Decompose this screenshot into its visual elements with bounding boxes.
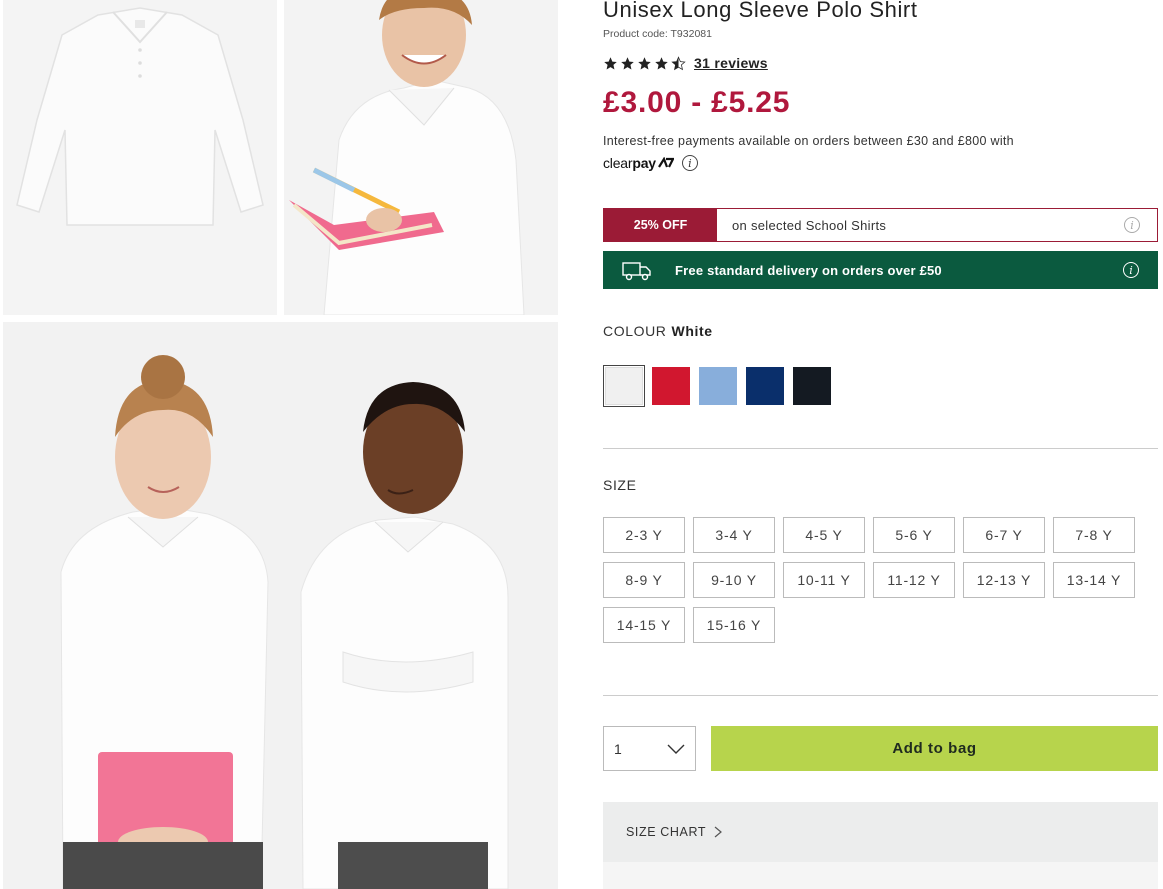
- add-to-bag-button[interactable]: Add to bag: [711, 726, 1158, 771]
- size-option[interactable]: 4-5 Y: [783, 517, 865, 553]
- divider: [603, 695, 1158, 696]
- swatch-white[interactable]: [603, 365, 645, 407]
- size-options: 2-3 Y 3-4 Y 4-5 Y 5-6 Y 6-7 Y 7-8 Y 8-9 …: [603, 517, 1163, 643]
- size-option[interactable]: 6-7 Y: [963, 517, 1045, 553]
- swatch-black[interactable]: [793, 367, 831, 405]
- half-star-icon: [671, 55, 686, 70]
- size-chart-accordion[interactable]: SIZE CHART: [603, 802, 1158, 862]
- offer-info-icon[interactable]: i: [1124, 217, 1140, 233]
- delivery-info-icon[interactable]: i: [1123, 262, 1139, 278]
- star-icon: [655, 56, 668, 69]
- size-option[interactable]: 8-9 Y: [603, 562, 685, 598]
- star-icon: [621, 56, 634, 69]
- size-option[interactable]: 5-6 Y: [873, 517, 955, 553]
- interest-free-text: Interest-free payments available on orde…: [603, 134, 1014, 148]
- product-image-children[interactable]: [3, 322, 558, 889]
- star-icon: [638, 56, 651, 69]
- clearpay-arrows-icon: [657, 157, 674, 168]
- delivery-text: Free standard delivery on orders over £5…: [675, 262, 942, 278]
- size-option[interactable]: 12-13 Y: [963, 562, 1045, 598]
- divider: [603, 448, 1158, 449]
- chevron-right-icon: [714, 826, 723, 838]
- quantity-select[interactable]: 1: [603, 726, 696, 771]
- reviews-link[interactable]: 31 reviews: [694, 55, 768, 71]
- size-option[interactable]: 3-4 Y: [693, 517, 775, 553]
- product-image-flat[interactable]: [3, 0, 277, 315]
- product-details-panel: Unisex Long Sleeve Polo Shirt Product co…: [603, 0, 1158, 889]
- colour-heading: COLOUR White: [603, 323, 713, 339]
- quantity-value: 1: [614, 740, 622, 757]
- swatch-red[interactable]: [652, 367, 690, 405]
- size-option[interactable]: 10-11 Y: [783, 562, 865, 598]
- star-rating: [603, 55, 686, 71]
- swatch-navy[interactable]: [746, 367, 784, 405]
- clearpay-info-icon[interactable]: i: [681, 155, 698, 171]
- offer-text: on selected School Shirts: [732, 217, 887, 233]
- chevron-down-icon: [667, 744, 685, 754]
- clearpay-logo: clearpay: [603, 155, 656, 171]
- clearpay-logo-part2: pay: [632, 155, 656, 171]
- price-range: £3.00 - £5.25: [603, 86, 791, 119]
- colour-label: COLOUR: [603, 323, 667, 339]
- delivery-banner[interactable]: Free standard delivery on orders over £5…: [603, 251, 1158, 289]
- size-option[interactable]: 13-14 Y: [1053, 562, 1135, 598]
- next-accordion: [603, 862, 1158, 889]
- colour-swatches: [603, 365, 831, 407]
- product-image-girl-writing[interactable]: [284, 0, 558, 315]
- swatch-light-blue[interactable]: [699, 367, 737, 405]
- delivery-truck-icon: [622, 262, 651, 281]
- offer-banner[interactable]: 25% OFF on selected School Shirts i: [603, 208, 1158, 242]
- star-icon: [604, 56, 617, 69]
- size-option[interactable]: 15-16 Y: [693, 607, 775, 643]
- product-code: Product code: T932081: [603, 28, 712, 40]
- size-heading: SIZE: [603, 477, 637, 493]
- size-option[interactable]: 7-8 Y: [1053, 517, 1135, 553]
- clearpay-logo-part1: clear: [603, 155, 633, 171]
- offer-badge: 25% OFF: [604, 209, 717, 241]
- size-chart-label: SIZE CHART: [626, 825, 707, 839]
- rating-row: 31 reviews: [603, 54, 1158, 72]
- selected-colour: White: [671, 323, 713, 339]
- size-option[interactable]: 14-15 Y: [603, 607, 685, 643]
- size-option[interactable]: 11-12 Y: [873, 562, 955, 598]
- product-title: Unisex Long Sleeve Polo Shirt: [603, 0, 918, 22]
- clearpay-row: clearpay i: [603, 154, 1158, 172]
- size-option[interactable]: 2-3 Y: [603, 517, 685, 553]
- size-option[interactable]: 9-10 Y: [693, 562, 775, 598]
